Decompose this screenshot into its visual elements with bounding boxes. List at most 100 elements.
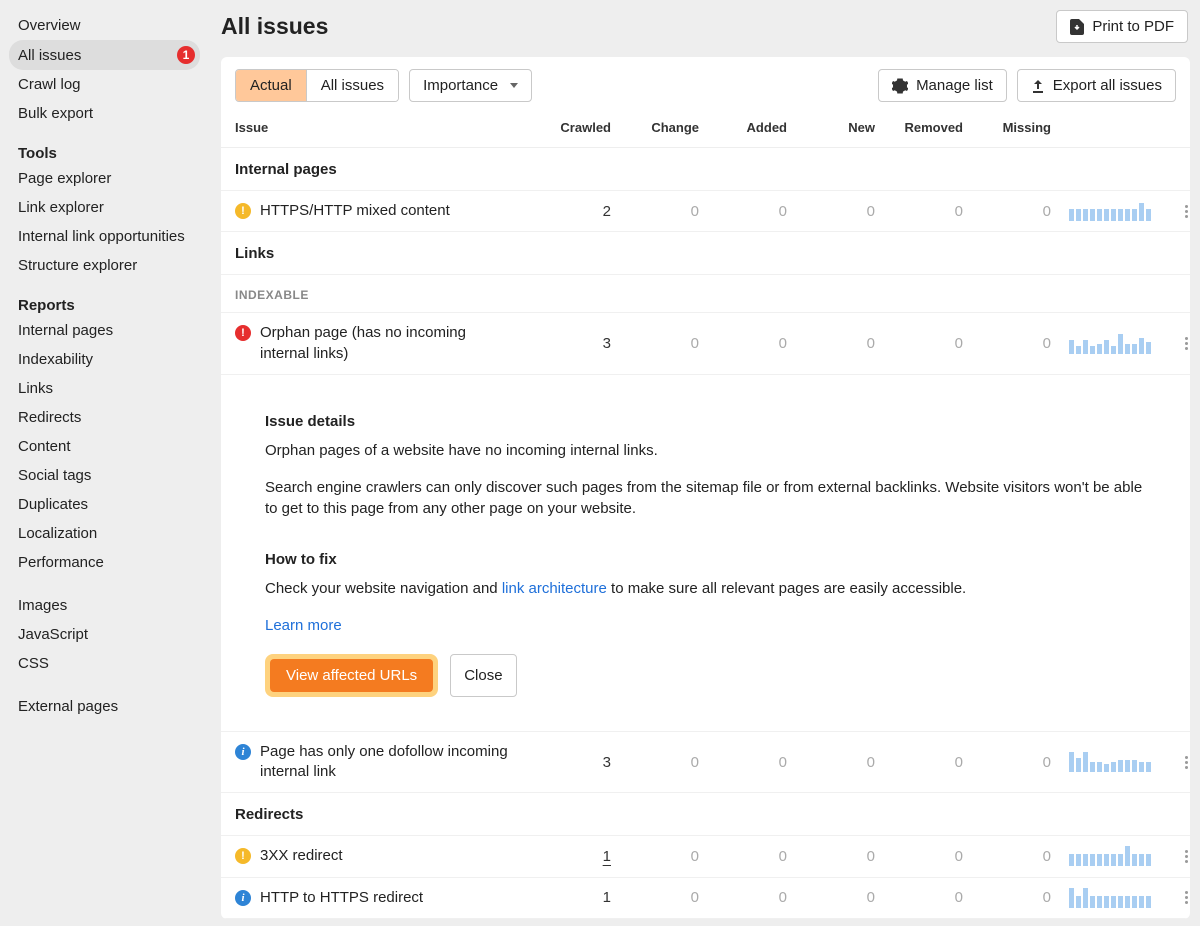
col-issue: Issue	[235, 120, 523, 135]
gear-icon	[892, 78, 908, 94]
sidebar-item-label: Localization	[18, 525, 97, 542]
manage-list-button[interactable]: Manage list	[878, 69, 1007, 102]
subheading-indexable: INDEXABLE	[221, 275, 1190, 313]
main-content: All issues Print to PDF Actual All issue…	[209, 0, 1200, 926]
issue-label[interactable]: Orphan page (has no incoming internal li…	[260, 323, 515, 364]
issue-details-panel: Issue details Orphan pages of a website …	[221, 375, 1190, 732]
cell-new: 0	[787, 203, 875, 220]
cell-missing: 0	[963, 335, 1051, 352]
sidebar-item-label: CSS	[18, 655, 49, 672]
sidebar-tools-2[interactable]: Internal link opportunities	[0, 222, 209, 251]
sidebar-reports-3[interactable]: Redirects	[0, 403, 209, 432]
sidebar-tools-1[interactable]: Link explorer	[0, 193, 209, 222]
more-menu-icon[interactable]	[1185, 337, 1188, 350]
col-added[interactable]: Added	[699, 120, 787, 135]
close-button[interactable]: Close	[450, 654, 516, 697]
sidebar-badge: 1	[177, 46, 195, 64]
cell-new: 0	[787, 335, 875, 352]
sidebar-extra-2[interactable]: CSS	[0, 649, 209, 678]
view-affected-highlight: View affected URLs	[265, 654, 438, 697]
col-crawled[interactable]: Crawled	[523, 120, 611, 135]
chevron-down-icon	[510, 83, 518, 88]
col-change[interactable]: Change	[611, 120, 699, 135]
sidebar-reports-1[interactable]: Indexability	[0, 345, 209, 374]
sidebar-item-label: Bulk export	[18, 105, 93, 122]
sidebar-item-label: Performance	[18, 554, 104, 571]
issue-details-p1: Orphan pages of a website have no incomi…	[265, 440, 1146, 461]
cell-change: 0	[611, 335, 699, 352]
issue-label[interactable]: Page has only one dofollow incoming inte…	[260, 742, 515, 783]
view-affected-urls-button[interactable]: View affected URLs	[270, 659, 433, 692]
sidebar-item-label: Links	[18, 380, 53, 397]
issue-label[interactable]: HTTPS/HTTP mixed content	[260, 201, 450, 221]
sidebar-top-3[interactable]: Bulk export	[0, 99, 209, 128]
sidebar: OverviewAll issues1Crawl logBulk export …	[0, 0, 209, 926]
sidebar-item-label: Link explorer	[18, 199, 104, 216]
sidebar-reports-5[interactable]: Social tags	[0, 461, 209, 490]
sidebar-item-label: External pages	[18, 698, 118, 715]
sidebar-reports-6[interactable]: Duplicates	[0, 490, 209, 519]
sidebar-item-label: Structure explorer	[18, 257, 137, 274]
cell-crawled: 3	[523, 754, 611, 771]
sidebar-reports-0[interactable]: Internal pages	[0, 316, 209, 345]
cell-removed: 0	[875, 848, 963, 865]
sidebar-reports-4[interactable]: Content	[0, 432, 209, 461]
cell-removed: 0	[875, 203, 963, 220]
sidebar-item-label: Crawl log	[18, 76, 81, 93]
more-menu-icon[interactable]	[1185, 205, 1188, 218]
issue-label[interactable]: 3XX redirect	[260, 846, 343, 866]
cell-added: 0	[699, 848, 787, 865]
actual-all-toggle: Actual All issues	[235, 69, 399, 102]
export-icon	[1031, 79, 1045, 93]
warning-icon: !	[235, 848, 251, 864]
print-to-pdf-button[interactable]: Print to PDF	[1056, 10, 1188, 43]
sidebar-reports-2[interactable]: Links	[0, 374, 209, 403]
warning-icon: !	[235, 203, 251, 219]
cell-removed: 0	[875, 335, 963, 352]
segment-all-issues[interactable]: All issues	[306, 70, 398, 101]
link-architecture-link[interactable]: link architecture	[502, 580, 607, 597]
issue-row-http2https: iHTTP to HTTPS redirect100000	[221, 878, 1190, 919]
sidebar-extra-1[interactable]: JavaScript	[0, 620, 209, 649]
sidebar-item-label: Internal link opportunities	[18, 228, 185, 245]
sidebar-top-2[interactable]: Crawl log	[0, 70, 209, 99]
info-icon: i	[235, 744, 251, 760]
learn-more-link[interactable]: Learn more	[265, 617, 342, 634]
sidebar-external-0[interactable]: External pages	[0, 692, 209, 721]
col-new[interactable]: New	[787, 120, 875, 135]
sidebar-extra-0[interactable]: Images	[0, 591, 209, 620]
col-removed[interactable]: Removed	[875, 120, 963, 135]
section-links: Links	[221, 232, 1190, 275]
how-to-fix-text: Check your website navigation and link a…	[265, 578, 1146, 599]
sidebar-top-1[interactable]: All issues 1	[9, 40, 200, 70]
cell-new: 0	[787, 889, 875, 906]
sidebar-tools-3[interactable]: Structure explorer	[0, 251, 209, 280]
cell-missing: 0	[963, 848, 1051, 865]
sidebar-item-label: Overview	[18, 17, 81, 34]
col-missing[interactable]: Missing	[963, 120, 1051, 135]
sidebar-item-label: All issues	[18, 47, 81, 64]
more-menu-icon[interactable]	[1185, 756, 1188, 769]
more-menu-icon[interactable]	[1185, 850, 1188, 863]
sidebar-heading-tools: Tools	[0, 128, 209, 164]
sparkline	[1051, 334, 1151, 354]
sidebar-tools-0[interactable]: Page explorer	[0, 164, 209, 193]
segment-actual[interactable]: Actual	[236, 70, 306, 101]
sparkline	[1051, 846, 1151, 866]
info-icon: i	[235, 890, 251, 906]
cell-added: 0	[699, 335, 787, 352]
sidebar-top-0[interactable]: Overview	[0, 11, 209, 40]
sidebar-item-label: Indexability	[18, 351, 93, 368]
more-menu-icon[interactable]	[1185, 891, 1188, 904]
sidebar-reports-7[interactable]: Localization	[0, 519, 209, 548]
sidebar-heading-reports: Reports	[0, 280, 209, 316]
sidebar-item-label: Duplicates	[18, 496, 88, 513]
importance-dropdown[interactable]: Importance	[409, 69, 532, 102]
sidebar-item-label: Internal pages	[18, 322, 113, 339]
sidebar-reports-8[interactable]: Performance	[0, 548, 209, 577]
cell-removed: 0	[875, 889, 963, 906]
cell-added: 0	[699, 203, 787, 220]
issue-row-orphan: !Orphan page (has no incoming internal l…	[221, 313, 1190, 375]
export-all-issues-button[interactable]: Export all issues	[1017, 69, 1176, 102]
issue-label[interactable]: HTTP to HTTPS redirect	[260, 888, 423, 908]
